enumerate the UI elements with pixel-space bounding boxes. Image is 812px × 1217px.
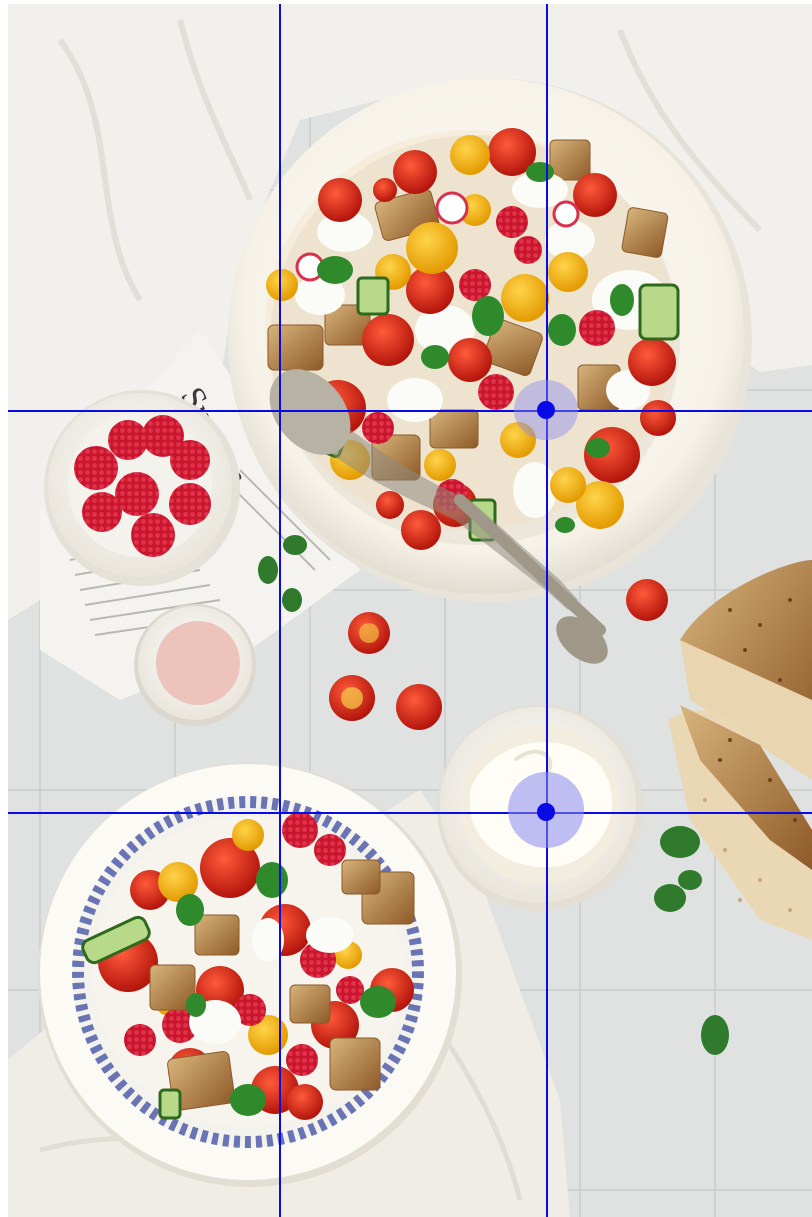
thirds-guide-vertical-right: [546, 4, 548, 1217]
focus-point-bottom: [537, 803, 555, 821]
thirds-guide-vertical-left: [279, 4, 281, 1217]
focus-point-top: [537, 401, 555, 419]
photo-frame: Superm: [0, 0, 812, 1217]
thirds-guide-horizontal-bottom: [8, 812, 812, 814]
patterned-plate: [38, 763, 462, 1187]
salt-bowl: [134, 604, 256, 726]
thirds-guide-horizontal-top: [8, 410, 812, 412]
food-photo: Superm: [0, 0, 812, 1217]
raspberry-bowl: [44, 390, 240, 586]
